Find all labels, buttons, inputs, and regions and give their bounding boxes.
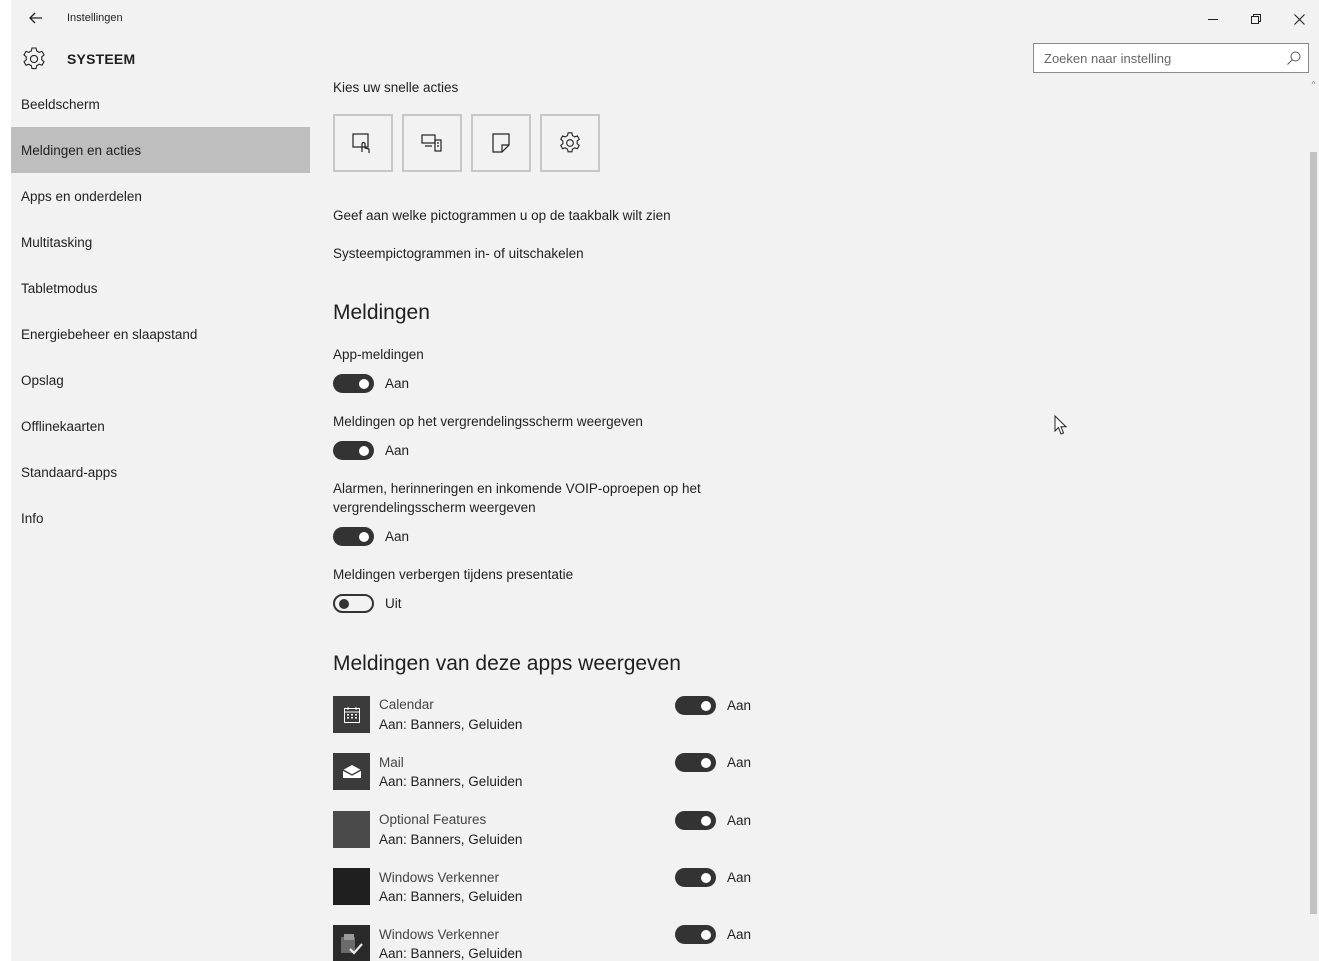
toggle-state: Aan (385, 376, 410, 391)
lockscreen-notifications-toggle[interactable] (333, 441, 374, 460)
hide-during-presentation-toggle[interactable] (333, 594, 374, 613)
minimize-button[interactable] (1202, 7, 1224, 31)
sidebar-item-apps-en-onderdelen[interactable]: Apps en onderdelen (11, 173, 310, 219)
sidebar: Beeldscherm Meldingen en acties Apps en … (11, 80, 310, 961)
quick-action-tile-tablet-mode[interactable] (333, 114, 393, 172)
restore-icon (1251, 14, 1261, 24)
sidebar-item-tabletmodus[interactable]: Tabletmodus (11, 265, 310, 311)
sidebar-item-label: Info (21, 510, 44, 526)
explorer-notifications-toggle[interactable] (675, 868, 716, 887)
back-button[interactable] (25, 6, 47, 30)
app-notifications-toggle[interactable] (333, 374, 374, 393)
mail-icon (333, 753, 370, 790)
mouse-cursor-icon (1054, 415, 1068, 435)
quick-action-tile-project[interactable] (402, 114, 462, 172)
setting-label: Alarmen, herinneringen en inkomende VOIP… (333, 481, 701, 496)
app-detail[interactable]: Aan: Banners, Geluiden (379, 832, 522, 847)
setting-label: vergrendelingsscherm weergeven (333, 500, 536, 515)
sidebar-item-label: Energiebeheer en slaapstand (21, 326, 198, 342)
notifications-heading: Meldingen (333, 301, 430, 324)
explorer-icon (333, 868, 370, 905)
toggle-state: Aan (727, 813, 752, 828)
toggle-state: Aan (727, 870, 752, 885)
toggle-state: Aan (727, 698, 752, 713)
vertical-scrollbar[interactable]: ^ (1308, 80, 1319, 961)
calendar-icon (333, 696, 370, 733)
note-icon (492, 133, 510, 153)
explorer-2-notifications-toggle[interactable] (675, 925, 716, 944)
scroll-thumb[interactable] (1310, 152, 1317, 914)
sidebar-item-label: Opslag (21, 372, 64, 388)
close-icon (1293, 13, 1305, 25)
arrow-left-icon (29, 12, 42, 24)
scroll-up-icon[interactable]: ^ (1309, 80, 1318, 92)
toggle-state: Aan (385, 443, 410, 458)
sidebar-item-meldingen-en-acties[interactable]: Meldingen en acties (11, 127, 310, 173)
optional-features-notifications-toggle[interactable] (675, 811, 716, 830)
sidebar-item-label: Apps en onderdelen (21, 188, 142, 204)
sidebar-item-beeldscherm[interactable]: Beeldscherm (11, 81, 310, 127)
sidebar-item-standaard-apps[interactable]: Standaard-apps (11, 449, 310, 495)
sidebar-item-multitasking[interactable]: Multitasking (11, 219, 310, 265)
settings-icon (560, 132, 580, 153)
toggle-state: Uit (385, 596, 402, 611)
taskbar-icons-link[interactable]: Geef aan welke pictogrammen u op de taak… (333, 208, 671, 223)
setting-label: App-meldingen (333, 347, 424, 362)
system-icons-link[interactable]: Systeempictogrammen in- of uitschakelen (333, 246, 584, 261)
gear-icon (23, 47, 45, 70)
settings-header: SYSTEEM (11, 38, 1319, 80)
search-input[interactable] (1034, 44, 1274, 72)
app-detail[interactable]: Aan: Banners, Geluiden (379, 889, 522, 904)
app-name: Calendar (379, 697, 434, 712)
setting-label: Meldingen verbergen tijdens presentatie (333, 567, 574, 582)
sidebar-item-label: Meldingen en acties (21, 142, 142, 158)
sidebar-item-opslag[interactable]: Opslag (11, 357, 310, 403)
setting-label: Meldingen op het vergrendelingsscherm we… (333, 414, 643, 429)
sidebar-item-label: Offlinekaarten (21, 418, 105, 434)
quick-actions-heading: Kies uw snelle acties (333, 80, 459, 95)
app-name: Optional Features (379, 812, 487, 827)
sidebar-item-label: Multitasking (21, 234, 93, 250)
restore-button[interactable] (1245, 7, 1267, 31)
sidebar-item-info[interactable]: Info (11, 495, 310, 541)
sidebar-item-label: Standaard-apps (21, 464, 118, 480)
quick-action-tile-note[interactable] (471, 114, 531, 172)
optional-features-icon (333, 811, 370, 848)
calendar-notifications-toggle[interactable] (675, 696, 716, 715)
sidebar-item-label: Tabletmodus (21, 280, 98, 296)
toggle-state: Aan (385, 529, 410, 544)
app-notifications-heading: Meldingen van deze apps weergeven (333, 652, 681, 675)
toggle-state: Aan (727, 755, 752, 770)
app-detail[interactable]: Aan: Banners, Geluiden (379, 717, 522, 732)
explorer-check-icon (333, 925, 370, 961)
search-icon[interactable] (1286, 50, 1302, 66)
tablet-mode-icon (352, 133, 370, 153)
sidebar-item-offlinekaarten[interactable]: Offlinekaarten (11, 403, 310, 449)
quick-action-tile-settings[interactable] (540, 114, 600, 172)
app-name: Mail (379, 755, 404, 770)
sidebar-item-label: Beeldscherm (21, 96, 100, 112)
app-detail[interactable]: Aan: Banners, Geluiden (379, 946, 522, 961)
project-icon (421, 134, 442, 152)
search-box[interactable] (1033, 43, 1309, 73)
page-title: SYSTEEM (67, 51, 136, 67)
toggle-state: Aan (727, 927, 752, 942)
sidebar-item-energiebeheer[interactable]: Energiebeheer en slaapstand (11, 311, 310, 357)
app-detail[interactable]: Aan: Banners, Geluiden (379, 774, 522, 789)
app-name: Windows Verkenner (379, 870, 500, 885)
app-title: Instellingen (67, 12, 123, 24)
alarms-lockscreen-toggle[interactable] (333, 527, 374, 546)
minimize-icon (1208, 19, 1218, 20)
mail-notifications-toggle[interactable] (675, 753, 716, 772)
close-button[interactable] (1288, 7, 1310, 31)
app-name: Windows Verkenner (379, 927, 500, 942)
main-content: Kies uw snelle acties Geef aan welke pic… (310, 80, 1308, 961)
title-bar: Instellingen (11, 0, 1319, 38)
